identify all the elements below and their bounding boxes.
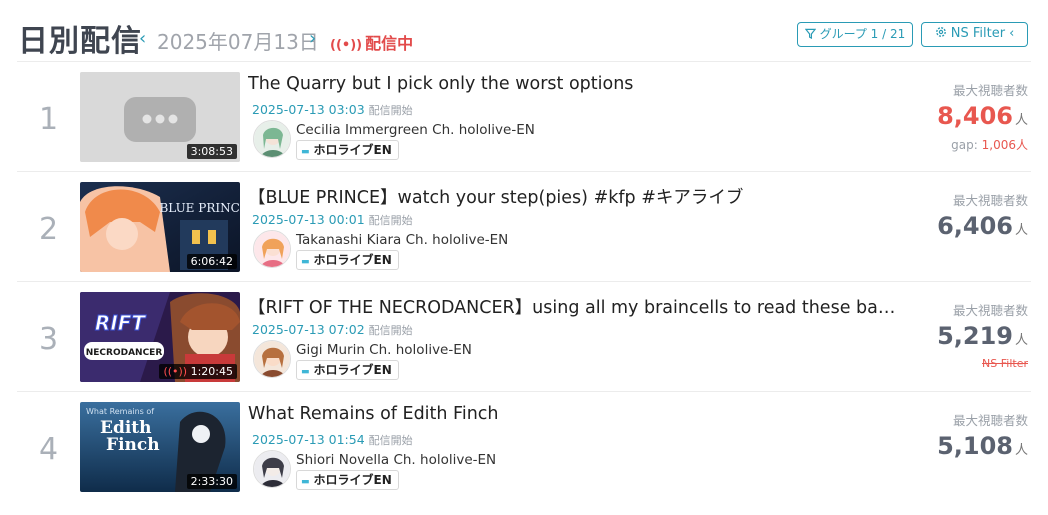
rank-number: 4 [39, 432, 59, 467]
channel-avatar[interactable] [253, 340, 291, 378]
stream-row: 4 What Remains of Edith Finch 2:33:30 Wh… [17, 391, 1031, 501]
hololive-logo-icon: ▬ [301, 477, 310, 487]
hololive-logo-icon: ▬ [301, 367, 310, 377]
start-label: 配信開始 [368, 324, 413, 337]
max-viewers-count: 5,219 人 [898, 321, 1028, 356]
filter-icon [804, 27, 820, 41]
max-viewers-label: 最大視聴者数 [952, 413, 1028, 428]
page-header: 日別配信 ‹ 2025年07月13日 › ((•)) 配信中 グループ 1 / 2… [0, 0, 1048, 62]
video-duration: 6:06:42 [186, 254, 237, 269]
channel-name[interactable]: Gigi Murin Ch. hololive-EN [296, 342, 472, 358]
max-viewers-label: 最大視聴者数 [952, 83, 1028, 98]
start-time: 2025-07-13 03:03 [252, 102, 365, 117]
live-filter-toggle[interactable]: ((•)) 配信中 [330, 30, 413, 54]
ns-filter-flag: NS Filter [982, 357, 1028, 370]
live-icon: ((•)) [163, 365, 191, 378]
group-badge[interactable]: ▬ ホロライブEN [296, 360, 399, 380]
thumbnail-text: BLUE PRINCE [159, 201, 240, 215]
page-title: 日別配信 [18, 24, 142, 59]
max-viewers-value: 5,219 [937, 322, 1013, 350]
video-thumbnail[interactable]: RIFT NECRODANCER ((•)) 1:20:45 [80, 292, 240, 382]
viewers-unit: 人 [1014, 113, 1028, 128]
rank-number: 1 [39, 102, 59, 137]
viewer-stats: 最大視聴者数 5,219 人 NS Filter [898, 300, 1028, 370]
hololive-logo-icon: ▬ [301, 147, 310, 157]
video-thumbnail[interactable]: 3:08:53 [80, 72, 240, 162]
viewer-stats: 最大視聴者数 6,406 人 [898, 190, 1028, 246]
broadcast-icon: ((•)) [330, 38, 363, 53]
max-viewers-label: 最大視聴者数 [952, 303, 1028, 318]
gear-icon [935, 26, 951, 41]
max-viewers-count: 6,406 人 [898, 211, 1028, 246]
stream-start: 2025-07-13 00:01 配信開始 [252, 212, 413, 228]
max-viewers-value: 6,406 [937, 212, 1013, 240]
max-viewers-value: 5,108 [937, 432, 1013, 460]
channel-avatar[interactable] [253, 450, 291, 488]
video-title[interactable]: What Remains of Edith Finch [248, 404, 898, 424]
stream-row: 1 3:08:53 The Quarry but I pick only the… [17, 61, 1031, 171]
viewer-stats: 最大視聴者数 8,406 人 gap: 1,006人 [898, 80, 1028, 153]
start-time: 2025-07-13 01:54 [252, 432, 365, 447]
max-viewers-label: 最大視聴者数 [952, 193, 1028, 208]
stream-start: 2025-07-13 01:54 配信開始 [252, 432, 413, 448]
start-label: 配信開始 [368, 104, 413, 117]
thumbnail-text: RIFT [95, 311, 147, 335]
group-badge[interactable]: ▬ ホロライブEN [296, 470, 399, 490]
viewer-stats: 最大視聴者数 5,108 人 [898, 410, 1028, 466]
video-title[interactable]: The Quarry but I pick only the worst opt… [248, 74, 898, 94]
stream-row: 3 RIFT NECRODANCER ((•)) 1:20:45 【RIFT O… [17, 281, 1031, 391]
stream-row: 2 BLUE PRINCE 6:06:42 【BLUE PRINCE】watch… [17, 171, 1031, 281]
thumbnail-text: Finch [106, 435, 160, 455]
video-thumbnail[interactable]: BLUE PRINCE 6:06:42 [80, 182, 240, 272]
viewer-gap: gap: 1,006人 [898, 136, 1028, 153]
group-badge-label: ホロライブEN [313, 473, 392, 487]
prev-day-button[interactable]: ‹ [139, 28, 146, 49]
stream-start: 2025-07-13 03:03 配信開始 [252, 102, 413, 118]
rank-number: 2 [39, 212, 59, 247]
viewers-unit: 人 [1014, 443, 1028, 458]
date-display[interactable]: 2025年07月13日 [157, 26, 319, 55]
group-badge-label: ホロライブEN [313, 363, 392, 377]
channel-name[interactable]: Takanashi Kiara Ch. hololive-EN [296, 232, 508, 248]
viewers-unit: 人 [1014, 333, 1028, 348]
ns-filter-button[interactable]: NS Filter ‹ [921, 22, 1028, 47]
video-duration: ((•)) 1:20:45 [159, 364, 237, 379]
video-title[interactable]: 【RIFT OF THE NECRODANCER】using all my br… [248, 294, 898, 319]
channel-name[interactable]: Shiori Novella Ch. hololive-EN [296, 452, 496, 468]
start-time: 2025-07-13 07:02 [252, 322, 365, 337]
group-filter-label: グループ 1 / 21 [819, 27, 906, 41]
live-filter-label: 配信中 [365, 34, 414, 53]
start-label: 配信開始 [368, 434, 413, 447]
ns-filter-label: NS Filter ‹ [950, 26, 1015, 41]
thumbnail-text: What Remains of [86, 407, 154, 416]
group-badge-label: ホロライブEN [313, 143, 392, 157]
video-duration: 3:08:53 [186, 144, 237, 159]
start-time: 2025-07-13 00:01 [252, 212, 365, 227]
channel-name[interactable]: Cecilia Immergreen Ch. hololive-EN [296, 122, 535, 138]
rank-number: 3 [39, 322, 59, 357]
viewers-unit: 人 [1014, 223, 1028, 238]
channel-avatar[interactable] [253, 120, 291, 158]
group-filter-button[interactable]: グループ 1 / 21 [797, 22, 913, 47]
video-thumbnail[interactable]: What Remains of Edith Finch 2:33:30 [80, 402, 240, 492]
channel-avatar[interactable] [253, 230, 291, 268]
hololive-logo-icon: ▬ [301, 257, 310, 267]
group-badge-label: ホロライブEN [313, 253, 392, 267]
gap-unit: 人 [1015, 138, 1028, 152]
stream-start: 2025-07-13 07:02 配信開始 [252, 322, 413, 338]
gap-label: gap: [951, 138, 978, 152]
max-viewers-count: 5,108 人 [898, 431, 1028, 466]
group-badge[interactable]: ▬ ホロライブEN [296, 140, 399, 160]
video-duration: 2:33:30 [186, 474, 237, 489]
start-label: 配信開始 [368, 214, 413, 227]
gap-value: 1,006 [981, 138, 1016, 152]
group-badge[interactable]: ▬ ホロライブEN [296, 250, 399, 270]
video-title[interactable]: 【BLUE PRINCE】watch your step(pies) #kfp … [248, 184, 898, 209]
max-viewers-count: 8,406 人 [898, 101, 1028, 136]
next-day-button[interactable]: › [309, 28, 316, 49]
duration-value: 1:20:45 [190, 365, 233, 378]
max-viewers-value: 8,406 [937, 102, 1013, 130]
thumbnail-text: NECRODANCER [86, 348, 163, 358]
